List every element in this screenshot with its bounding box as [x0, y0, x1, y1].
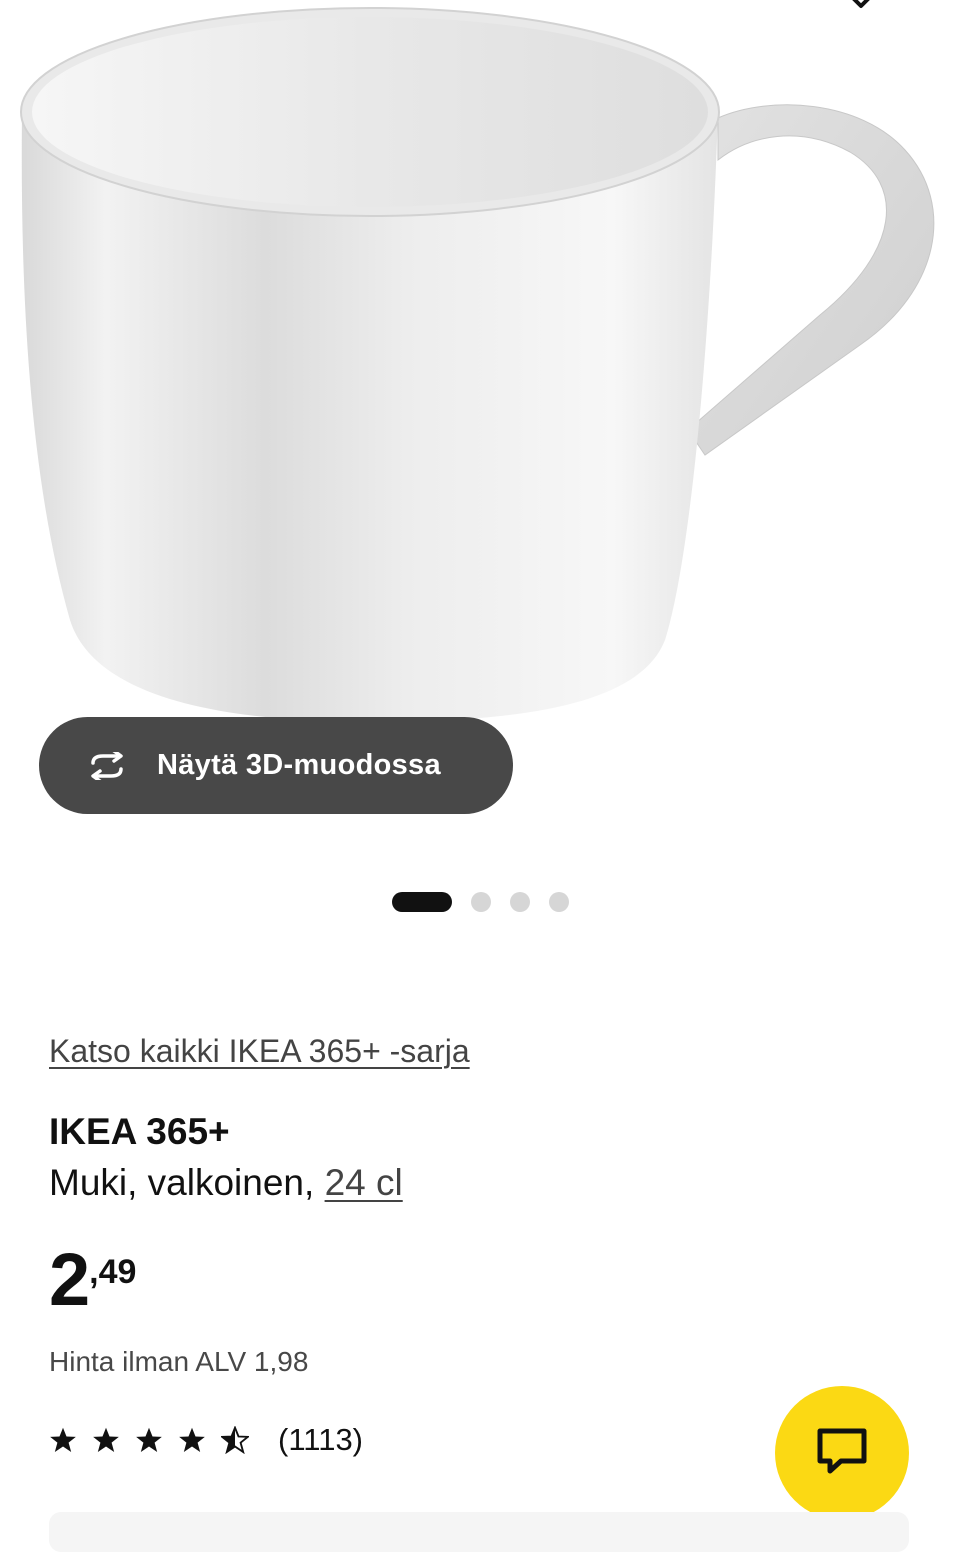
rating[interactable]: (1113) [49, 1422, 363, 1458]
product-description: Muki, valkoinen, 24 cl [49, 1162, 403, 1204]
star-icon [93, 1427, 119, 1453]
star-icon [179, 1427, 205, 1453]
star-icon [50, 1427, 76, 1453]
price-without-vat: Hinta ilman ALV 1,98 [49, 1346, 309, 1377]
rotate-3d-icon [83, 748, 131, 783]
price: 2 ,49 [49, 1240, 136, 1320]
size-link[interactable]: 24 cl [325, 1162, 403, 1203]
rating-stars [49, 1426, 264, 1454]
star-icon [136, 1427, 162, 1453]
series-link[interactable]: Katso kaikki IKEA 365+ -sarja [49, 1033, 470, 1070]
review-count: (1113) [278, 1422, 364, 1457]
heart-icon[interactable] [838, 0, 884, 16]
chat-icon [815, 1426, 869, 1481]
carousel-dot-active[interactable] [392, 892, 452, 912]
price-integer: 2 [49, 1238, 90, 1321]
view-3d-label: Näytä 3D-muodossa [157, 749, 441, 781]
view-3d-button[interactable]: Näytä 3D-muodossa [39, 717, 513, 814]
bottom-card [49, 1512, 909, 1552]
carousel-dot[interactable] [471, 892, 491, 912]
product-name: IKEA 365+ [49, 1111, 230, 1152]
product-description-text: Muki, valkoinen, [49, 1162, 315, 1203]
chat-button[interactable] [775, 1386, 909, 1520]
carousel-dot[interactable] [510, 892, 530, 912]
price-decimals: ,49 [89, 1253, 137, 1291]
carousel-indicator [392, 892, 588, 912]
star-half-icon [221, 1426, 249, 1454]
carousel-dot[interactable] [549, 892, 569, 912]
